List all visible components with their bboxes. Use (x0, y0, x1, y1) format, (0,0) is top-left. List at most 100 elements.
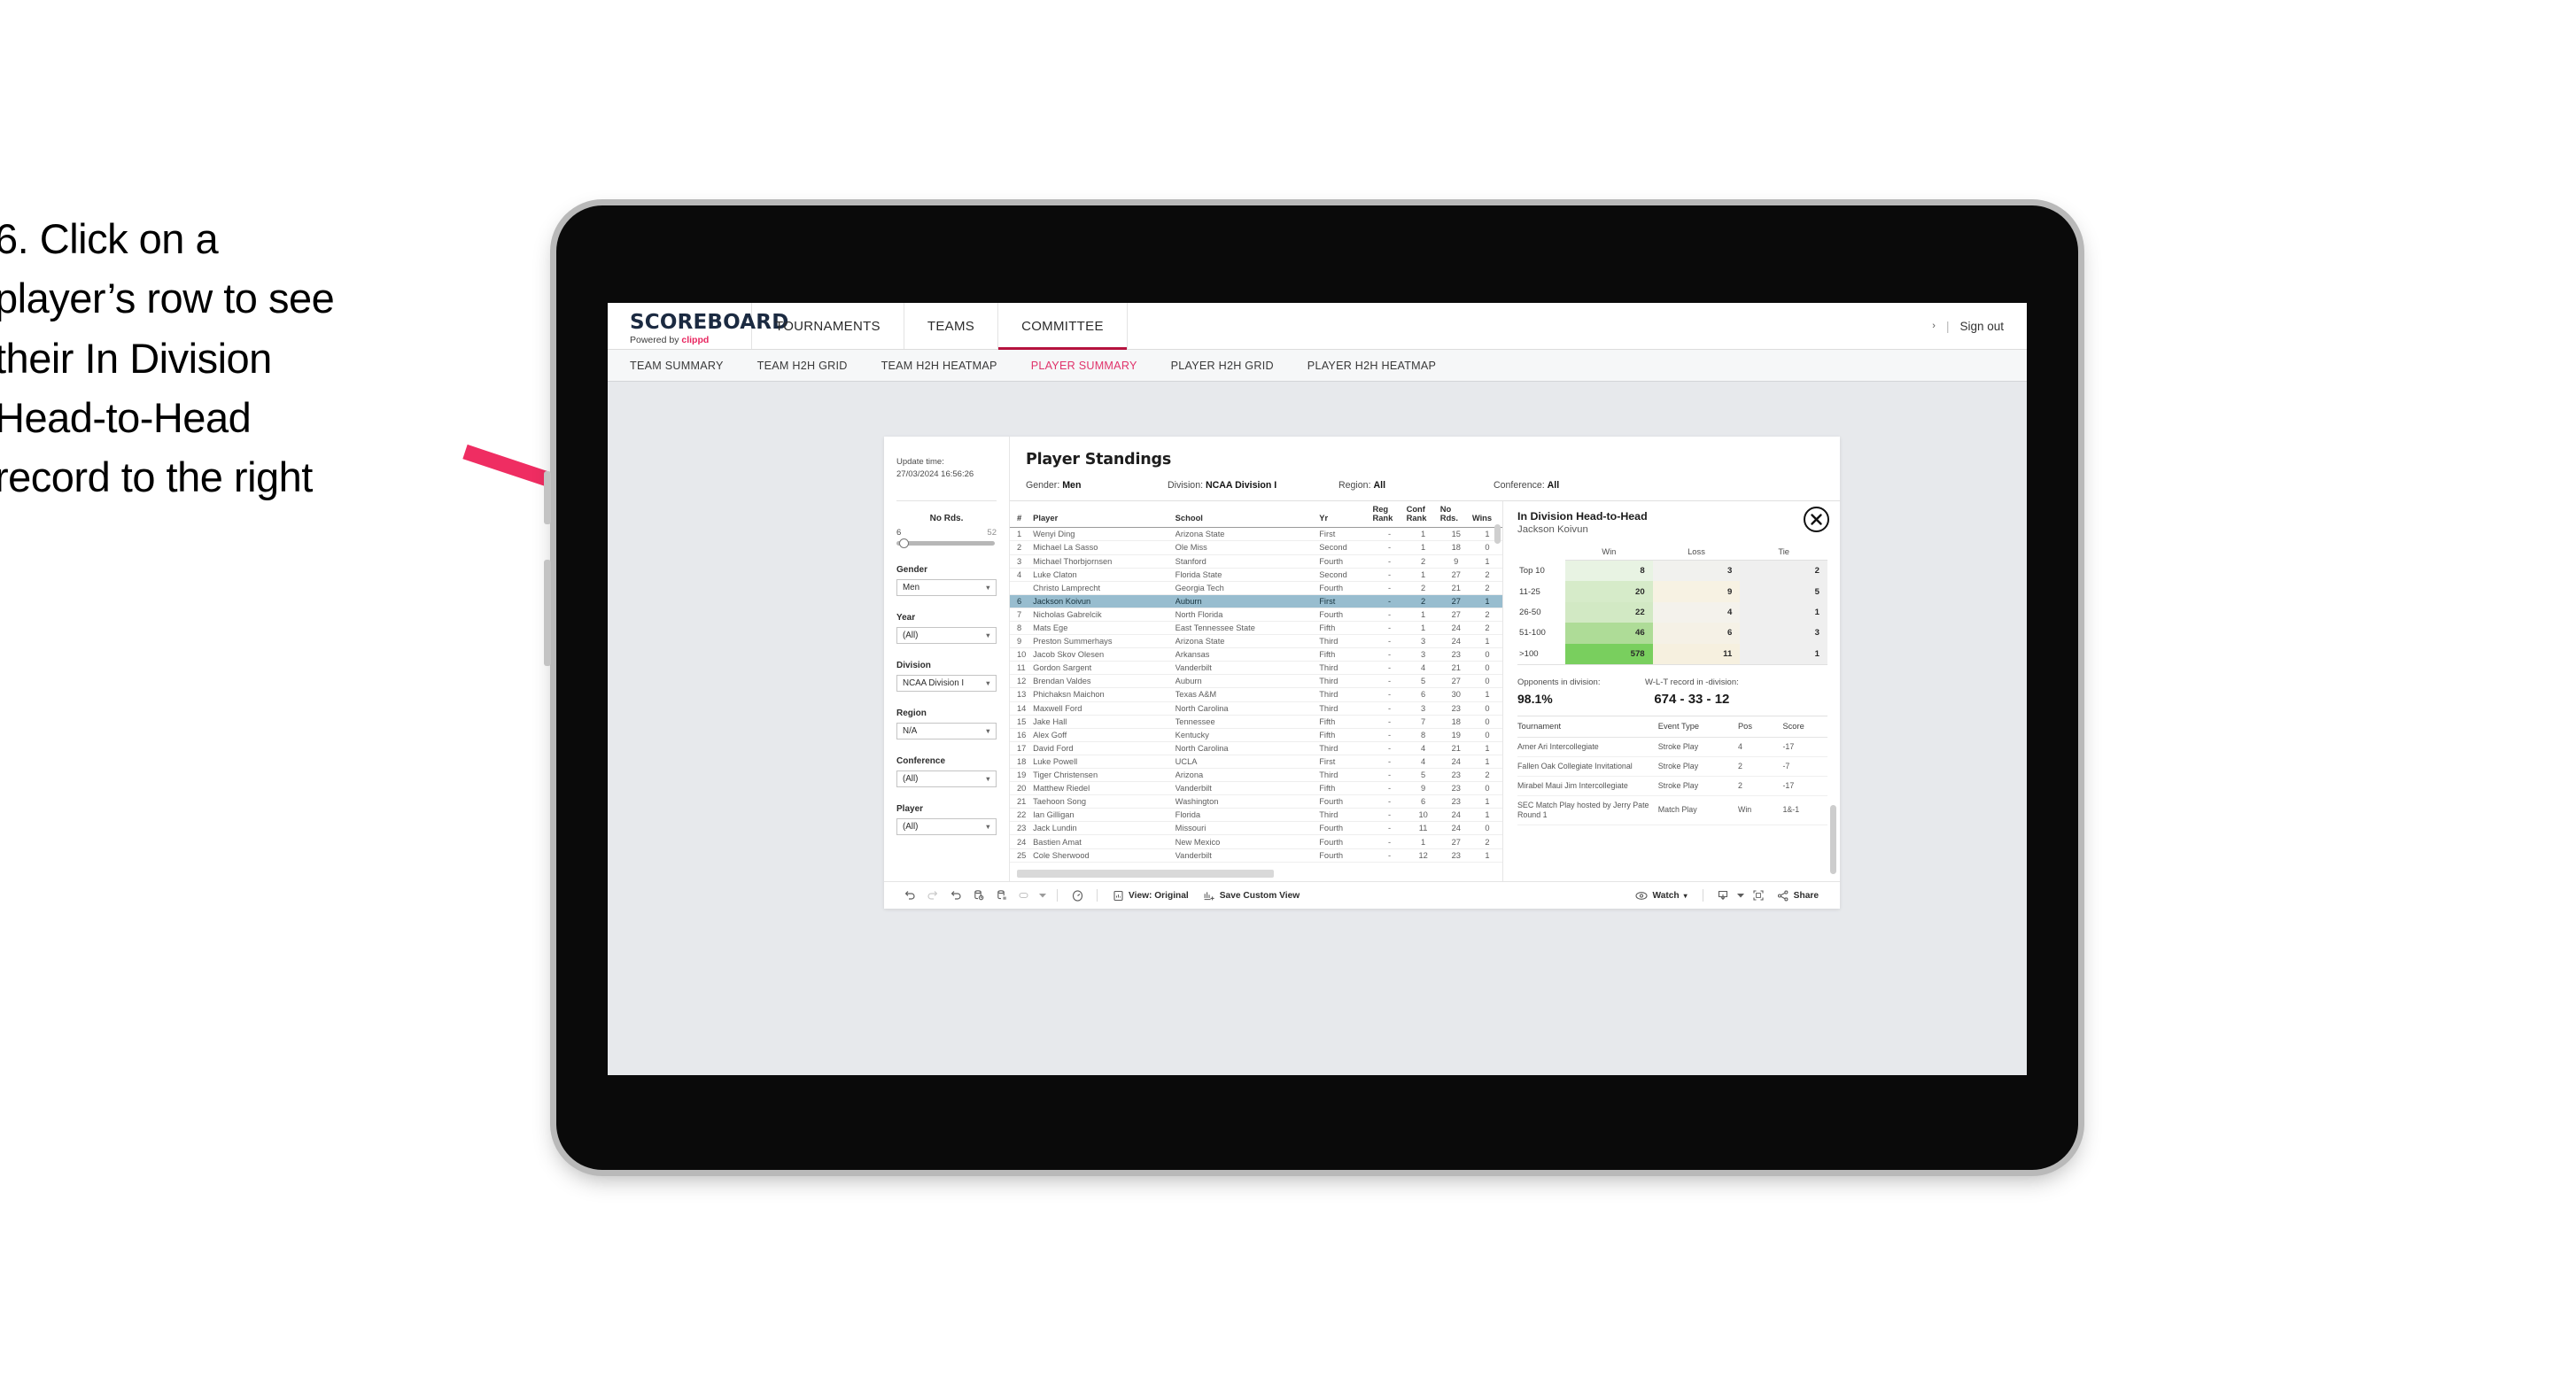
heatmap-cell-loss[interactable]: 4 (1652, 601, 1741, 623)
table-row[interactable]: 1 Wenyi Ding Arizona State First -1 15 1 (1010, 527, 1502, 542)
col-school[interactable]: School (1175, 501, 1320, 529)
filter-player-select[interactable]: (All) ▼ (896, 817, 997, 835)
table-row[interactable]: 18 Luke Powell UCLA First -4 24 1 (1010, 755, 1502, 770)
table-row[interactable]: 7 Nicholas Gabrelcik North Florida Fourth -1… (1010, 608, 1502, 622)
col-tournament[interactable]: Tournament (1517, 722, 1658, 739)
download-caret-icon[interactable] (1734, 886, 1747, 905)
view-original-button[interactable]: View: Original (1106, 890, 1196, 902)
table-row[interactable]: Christo Lamprecht Georgia Tech Fourth -2 21 2 (1010, 581, 1502, 595)
table-row[interactable]: 13 Phichaksn Maichon Texas A&M Third -6 30 1 (1010, 687, 1502, 702)
tab-team-summary[interactable]: TEAM SUMMARY (630, 360, 724, 372)
heatmap-cell-loss[interactable]: 6 (1652, 623, 1741, 644)
col-no-rds[interactable]: No Rds. (1439, 501, 1472, 529)
pan-caret-icon[interactable] (1036, 886, 1049, 905)
heatmap-cell-tie[interactable]: 1 (1740, 643, 1827, 665)
watch-button[interactable]: Watch ▾ (1628, 891, 1694, 901)
nav-tournaments[interactable]: TOURNAMENTS (752, 303, 904, 349)
heatmap-cell-tie[interactable]: 5 (1740, 581, 1827, 602)
heatmap-cell-tie[interactable]: 3 (1740, 623, 1827, 644)
table-vertical-scrollbar[interactable] (1494, 524, 1501, 544)
table-row[interactable]: 24 Bastien Amat New Mexico Fourth -1 27 2 (1010, 834, 1502, 849)
refresh-data-icon[interactable] (967, 886, 990, 905)
update-time: Update time: 27/03/2024 16:56:26 (896, 456, 997, 481)
save-custom-view-button[interactable]: Save Custom View (1196, 890, 1307, 902)
heatmap-cell-win[interactable]: 8 (1565, 560, 1653, 582)
table-row[interactable]: 10 Jacob Skov Olesen Arkansas Fifth -3 23 0 (1010, 647, 1502, 662)
table-horizontal-scrollbar[interactable] (1017, 870, 1274, 878)
table-row[interactable]: 14 Maxwell Ford North Carolina Third -3 23 0 (1010, 701, 1502, 716)
table-row[interactable]: 4 Luke Claton Florida State Second -1 27 2 (1010, 568, 1502, 582)
table-row[interactable]: 20 Matthew Riedel Vanderbilt Fifth -9 23 0 (1010, 781, 1502, 796)
heatmap-cell-win[interactable]: 22 (1565, 601, 1653, 623)
table-row[interactable]: 25 Cole Sherwood Vanderbilt Fourth -12 23 1 (1010, 848, 1502, 863)
heatmap-cell-loss[interactable]: 11 (1652, 643, 1741, 665)
table-row[interactable]: 17 David Ford North Carolina Third -4 21 1 (1010, 741, 1502, 755)
heatmap-cell-win[interactable]: 578 (1565, 643, 1653, 665)
pan-icon[interactable] (1013, 886, 1036, 905)
table-row[interactable]: 12 Brendan Valdes Auburn Third -5 27 0 (1010, 674, 1502, 689)
pause-data-icon[interactable] (990, 886, 1013, 905)
tournament-row[interactable]: Amer Ari Intercollegiate Stroke Play 4 -17 (1517, 737, 1827, 758)
tournament-row[interactable]: Mirabel Maui Jim Intercollegiate Stroke P… (1517, 776, 1827, 796)
cell-rank: 17 (1010, 741, 1034, 755)
col-conf-rank[interactable]: Conf Rank (1406, 501, 1440, 529)
redo-icon[interactable] (921, 886, 944, 905)
table-row[interactable]: 21 Taehoon Song Washington Fourth -6 23 1 (1010, 794, 1502, 809)
filter-year-select[interactable]: (All) ▼ (896, 626, 997, 644)
table-row[interactable]: 3 Michael Thorbjornsen Stanford Fourth -2 9 1 (1010, 554, 1502, 569)
table-row[interactable]: 2 Michael La Sasso Ole Miss Second -1 18 0 (1010, 540, 1502, 555)
table-row[interactable]: 9 Preston Summerhays Arizona State Third -3 2… (1010, 634, 1502, 649)
table-row[interactable]: 19 Tiger Christensen Arizona Third -5 23 2 (1010, 768, 1502, 783)
heatmap-cell-win[interactable]: 20 (1565, 581, 1653, 602)
tournament-row[interactable]: SEC Match Play hosted by Jerry Pate Roun… (1517, 795, 1827, 825)
col-score[interactable]: Score (1782, 722, 1827, 739)
close-icon[interactable] (1804, 507, 1829, 532)
tournament-scrollbar[interactable] (1830, 805, 1836, 874)
filter-gender-select[interactable]: Men ▼ (896, 578, 997, 596)
table-row[interactable]: 8 Mats Ege East Tennessee State Fifth -1 24 2 (1010, 621, 1502, 636)
sign-out-link[interactable]: Sign out (1959, 320, 2004, 333)
heatmap-cell-tie[interactable]: 1 (1740, 601, 1827, 623)
filter-region-select[interactable]: N/A ▼ (896, 722, 997, 739)
no-rds-slider[interactable] (896, 538, 995, 548)
table-row[interactable]: 23 Jack Lundin Missouri Fourth -11 24 0 (1010, 821, 1502, 836)
user-caret-icon[interactable]: › (1932, 321, 1936, 331)
col-year[interactable]: Yr (1319, 501, 1373, 529)
col-reg-rank[interactable]: Reg Rank (1372, 501, 1407, 529)
nav-teams[interactable]: TEAMS (904, 303, 999, 349)
col-event-type[interactable]: Event Type (1657, 722, 1738, 739)
table-row[interactable]: 22 Ian Gilligan Florida Third -10 24 1 (1010, 808, 1502, 823)
slider-handle[interactable] (899, 538, 909, 548)
table-row[interactable]: 11 Gordon Sargent Vanderbilt Third -4 21 0 (1010, 661, 1502, 676)
table-row[interactable]: 16 Alex Goff Kentucky Fifth -8 19 0 (1010, 728, 1502, 742)
nav-committee[interactable]: COMMITTEE (998, 303, 1128, 350)
heatmap-cell-tie[interactable]: 2 (1740, 560, 1827, 582)
tab-player-summary[interactable]: PLAYER SUMMARY (1031, 360, 1137, 372)
table-row[interactable]: 6 Jackson Koivun Auburn First -2 27 1 (1010, 594, 1502, 608)
undo-icon[interactable] (898, 886, 921, 905)
col-player[interactable]: Player (1033, 501, 1175, 529)
tab-team-h2h-heatmap[interactable]: TEAM H2H HEATMAP (881, 360, 997, 372)
filter-division-select[interactable]: NCAA Division I ▼ (896, 674, 997, 692)
cell-reg-rank: - (1372, 768, 1407, 783)
filter-division-label: Division (896, 660, 931, 670)
heatmap-cell-win[interactable]: 46 (1565, 623, 1653, 644)
revert-icon[interactable] (944, 886, 967, 905)
col-rank[interactable]: # (1010, 501, 1034, 529)
download-icon[interactable] (1711, 886, 1734, 905)
tournament-row[interactable]: Fallen Oak Collegiate Invitational Stroke… (1517, 756, 1827, 778)
filter-conference-select[interactable]: (All) ▼ (896, 770, 997, 787)
instruction-caption: 6. Click on a player’s row to see their … (0, 217, 526, 515)
share-button[interactable]: Share (1770, 890, 1826, 902)
tab-player-h2h-grid[interactable]: PLAYER H2H GRID (1171, 360, 1274, 372)
cell-school: East Tennessee State (1175, 621, 1320, 636)
cell-year: First (1319, 527, 1373, 542)
fullscreen-icon[interactable] (1747, 886, 1770, 905)
table-row[interactable]: 15 Jake Hall Tennessee Fifth -7 18 0 (1010, 715, 1502, 729)
heatmap-cell-loss[interactable]: 3 (1652, 560, 1741, 582)
show-me-icon[interactable] (1066, 886, 1089, 905)
col-pos[interactable]: Pos (1737, 722, 1783, 739)
heatmap-cell-loss[interactable]: 9 (1652, 581, 1741, 602)
tab-team-h2h-grid[interactable]: TEAM H2H GRID (757, 360, 848, 372)
tab-player-h2h-heatmap[interactable]: PLAYER H2H HEATMAP (1307, 360, 1436, 372)
